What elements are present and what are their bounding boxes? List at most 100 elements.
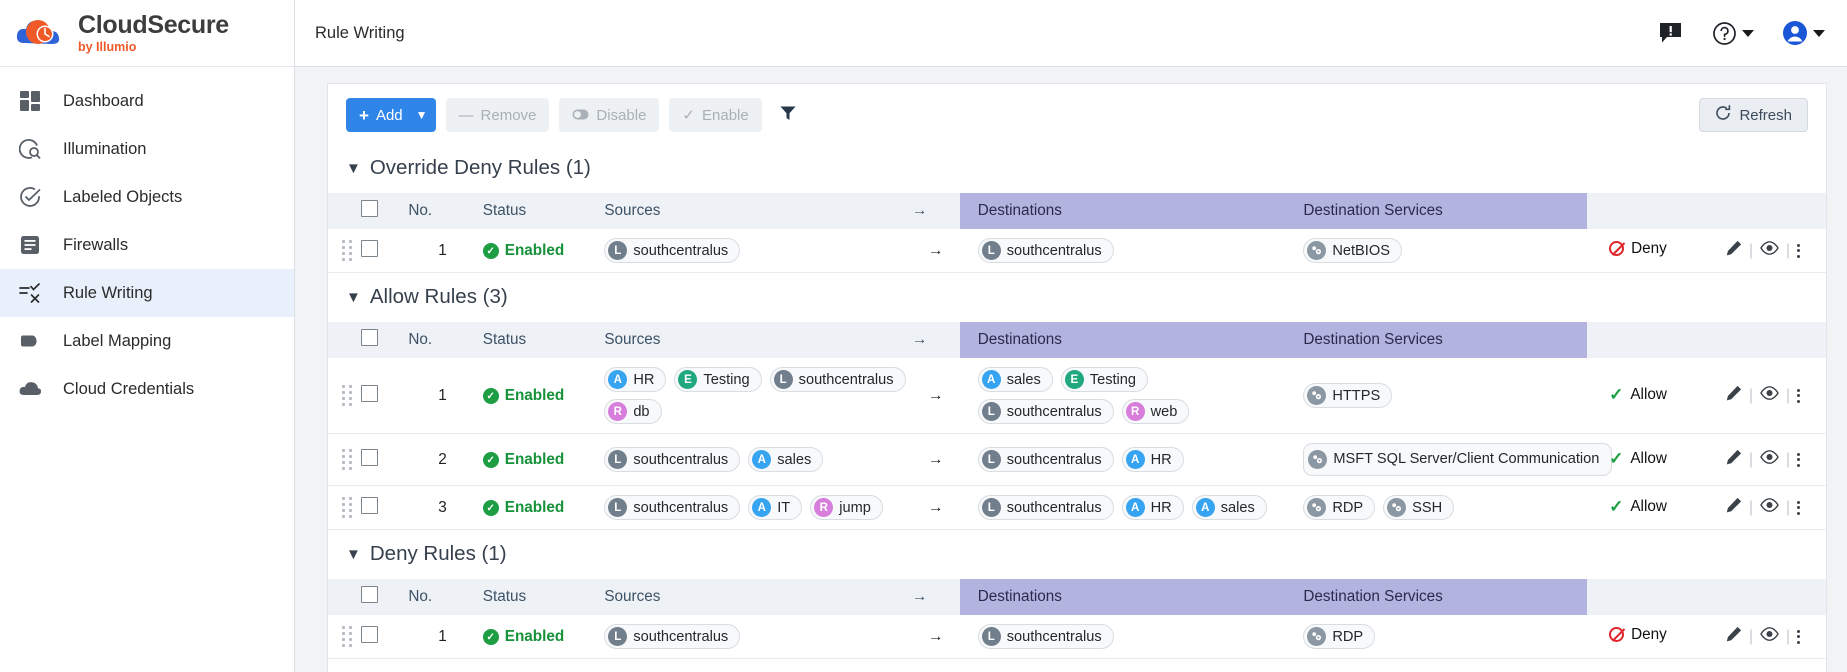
sidebar-item-dashboard[interactable]: Dashboard [0, 77, 294, 125]
select-all-checkbox[interactable] [360, 329, 378, 346]
label-chip[interactable]: Asales [748, 447, 824, 472]
help-question-icon[interactable] [1712, 21, 1754, 46]
label-chip[interactable]: Lsouthcentralus [604, 495, 741, 520]
label-chip[interactable]: Rweb [1121, 399, 1190, 424]
service-chip[interactable]: NetBIOS [1303, 238, 1402, 263]
kebab-menu-icon[interactable] [1797, 452, 1801, 467]
divider: | [1786, 450, 1791, 468]
label-chip[interactable]: E Testing [674, 367, 762, 392]
brand[interactable]: CloudSecure by Illumio [0, 0, 294, 67]
eye-view-icon[interactable] [1760, 450, 1779, 469]
pencil-edit-icon[interactable] [1726, 497, 1742, 518]
sources-chips: Lsouthcentralus [604, 624, 912, 649]
sidebar-item-illumination[interactable]: Illumination [0, 125, 294, 173]
services-chips: RDP SSH [1303, 495, 1587, 520]
refresh-button[interactable]: Refresh [1699, 98, 1808, 132]
status-label: Enabled [504, 387, 565, 405]
drag-handle[interactable] [342, 449, 361, 470]
table-row[interactable]: 1 ✓ Enabled Lsouthcentralus → Lsouthcentralus… [328, 229, 1826, 273]
table-row[interactable]: 1 ✓ Enabled A HR E Testing Lsouthcentralus Rdb → A… [328, 358, 1826, 434]
sidebar-item-cloud-credentials[interactable]: Cloud Credentials [0, 365, 294, 413]
row-actions: | | [1726, 497, 1826, 518]
label-chip[interactable]: A HR [1121, 495, 1184, 520]
drag-handle[interactable] [342, 497, 361, 518]
filter-funnel-icon [780, 105, 796, 125]
rules-table: No. Status Sources → Destinations Destination… [328, 579, 1826, 659]
eye-view-icon[interactable] [1760, 241, 1779, 260]
pencil-edit-icon[interactable] [1726, 626, 1742, 647]
label-chip[interactable]: Lsouthcentralus [769, 367, 906, 392]
drag-handle[interactable] [342, 626, 361, 647]
select-all-checkbox[interactable] [360, 586, 378, 603]
row-checkbox[interactable] [360, 625, 378, 643]
destinations-chips: Lsouthcentralus [977, 624, 1286, 649]
row-checkbox[interactable] [360, 448, 378, 466]
notification-alert-icon[interactable] [1659, 22, 1684, 44]
label-chip[interactable]: A HR [1121, 447, 1184, 472]
label-chip[interactable]: Asales [1191, 495, 1267, 520]
sidebar-item-rule-writing[interactable]: Rule Writing [0, 269, 294, 317]
kebab-menu-icon[interactable] [1797, 243, 1801, 258]
section-title-label: Allow Rules (3) [369, 285, 508, 308]
service-chip[interactable]: HTTPS [1303, 383, 1393, 408]
add-button-label: Add [375, 106, 403, 124]
disable-button[interactable]: Disable [559, 98, 660, 132]
label-chip[interactable]: Lsouthcentralus [977, 624, 1114, 649]
drag-handle[interactable] [342, 240, 361, 261]
row-checkbox[interactable] [360, 496, 378, 514]
drag-handle[interactable] [342, 385, 361, 406]
kebab-menu-icon[interactable] [1797, 629, 1801, 644]
pencil-edit-icon[interactable] [1726, 449, 1742, 470]
label-chip[interactable]: Lsouthcentralus [604, 238, 741, 263]
label-chip[interactable]: Lsouthcentralus [604, 447, 741, 472]
topbar-actions [1659, 20, 1825, 46]
eye-view-icon[interactable] [1760, 498, 1779, 517]
row-checkbox[interactable] [360, 239, 378, 257]
label-chip[interactable]: Rdb [604, 399, 662, 424]
kebab-menu-icon[interactable] [1797, 500, 1801, 515]
divider: | [1786, 498, 1791, 516]
label-chip[interactable]: Asales [977, 367, 1053, 392]
table-row[interactable]: 3 ✓ Enabled Lsouthcentralus A IT Rjump → Lsouthc… [328, 485, 1826, 530]
section-header[interactable]: ▼ Allow Rules (3) [328, 273, 1826, 322]
pencil-edit-icon[interactable] [1726, 385, 1742, 406]
enable-button[interactable]: ✓ Enable [669, 98, 762, 132]
label-chip[interactable]: Lsouthcentralus [977, 447, 1114, 472]
eye-view-icon[interactable] [1760, 386, 1779, 405]
table-row[interactable]: 2 ✓ Enabled Lsouthcentralus Asales → Lsouthcen… [328, 433, 1826, 486]
label-chip[interactable]: Lsouthcentralus [977, 495, 1114, 520]
label-chip[interactable]: Lsouthcentralus [977, 238, 1114, 263]
service-chip[interactable]: RDP [1303, 624, 1376, 649]
service-chip[interactable]: RDP [1303, 495, 1376, 520]
filter-button[interactable] [772, 98, 804, 132]
col-arrow: → [911, 322, 960, 358]
select-all-checkbox[interactable] [360, 200, 378, 217]
add-button[interactable]: + Add ▼ [346, 98, 436, 132]
chip-label: southcentralus [633, 499, 729, 516]
sidebar-item-label-mapping[interactable]: Label Mapping [0, 317, 294, 365]
service-chip[interactable]: SSH [1383, 495, 1455, 520]
section-header[interactable]: ▼ Deny Rules (1) [328, 530, 1826, 579]
label-chip[interactable]: Lsouthcentralus [604, 624, 741, 649]
eye-view-icon[interactable] [1760, 627, 1779, 646]
sidebar-item-firewalls[interactable]: Firewalls [0, 221, 294, 269]
label-chip[interactable]: E Testing [1060, 367, 1149, 392]
label-badge-r-icon: R [608, 402, 628, 421]
service-chip[interactable]: MSFT SQL Server/Client Communication [1303, 443, 1613, 476]
remove-button-label: Remove [480, 106, 537, 124]
chip-label: MSFT SQL Server/Client Communication [1333, 451, 1600, 467]
status-badge: ✓ Enabled [482, 628, 564, 646]
remove-button[interactable]: — Remove [445, 98, 550, 132]
table-row[interactable]: 1 ✓ Enabled Lsouthcentralus → Lsouthcentralus… [328, 615, 1826, 659]
section-header[interactable]: ▼ Override Deny Rules (1) [328, 144, 1826, 193]
label-chip[interactable]: A HR [604, 367, 667, 392]
label-chip[interactable]: Rjump [810, 495, 883, 520]
label-chip[interactable]: Lsouthcentralus [977, 399, 1114, 424]
user-account-icon[interactable] [1782, 20, 1825, 46]
row-checkbox[interactable] [360, 384, 378, 402]
kebab-menu-icon[interactable] [1797, 388, 1801, 403]
pencil-edit-icon[interactable] [1726, 240, 1742, 261]
label-chip[interactable]: A IT [748, 495, 803, 520]
sidebar-item-labeled-objects[interactable]: Labeled Objects [0, 173, 294, 221]
illumination-icon [17, 136, 43, 162]
